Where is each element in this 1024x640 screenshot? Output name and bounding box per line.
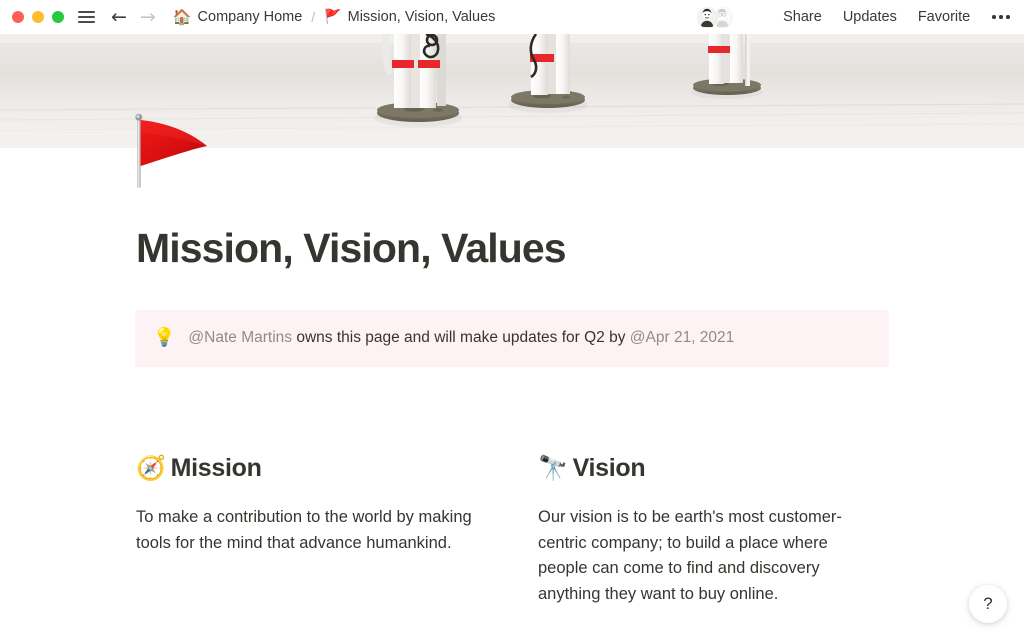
dot <box>992 15 996 19</box>
two-column-layout: 🧭 Mission To make a contribution to the … <box>136 453 906 607</box>
forward-arrow-icon[interactable]: → <box>140 7 156 27</box>
mission-body-text: To make a contribution to the world by m… <box>136 508 472 552</box>
maximize-window-button[interactable] <box>52 11 64 23</box>
dot <box>999 15 1003 19</box>
mission-heading-label: Mission <box>170 454 262 482</box>
callout-text: @Nate Martins owns this page and will ma… <box>188 327 734 349</box>
vision-body-text: Our vision is to be earth's most custome… <box>538 508 842 603</box>
minimize-window-button[interactable] <box>32 11 44 23</box>
column-vision: 🔭 Vision Our vision is to be earth's mos… <box>538 453 878 607</box>
avatar[interactable] <box>696 5 720 29</box>
favorite-button[interactable]: Favorite <box>918 9 970 25</box>
close-window-button[interactable] <box>12 11 24 23</box>
mission-heading: 🧭 Mission <box>136 453 476 483</box>
updates-button[interactable]: Updates <box>843 9 897 25</box>
triangular-flag-emoji: 🚩 <box>324 9 342 25</box>
mention-user[interactable]: @Nate Martins <box>188 329 292 346</box>
breadcrumb-item-label: Mission, Vision, Values <box>347 9 496 25</box>
vision-heading: 🔭 Vision <box>538 453 878 483</box>
back-arrow-icon[interactable]: ← <box>111 7 127 27</box>
window-titlebar: ← → 🏠 Company Home / 🚩 Mission, Vision, … <box>0 0 1024 34</box>
breadcrumb-item-label: Company Home <box>197 9 303 25</box>
page-title: Mission, Vision, Values <box>136 225 567 271</box>
vision-heading-label: Vision <box>572 454 646 482</box>
share-button[interactable]: Share <box>783 9 822 25</box>
telescope-emoji: 🔭 <box>538 454 568 482</box>
breadcrumb-separator: / <box>311 9 316 25</box>
sidebar-toggle-icon[interactable] <box>78 11 95 23</box>
callout-block[interactable]: 💡 @Nate Martins owns this page and will … <box>135 310 889 367</box>
menu-icon-line <box>78 11 95 13</box>
house-emoji: 🏠 <box>172 7 192 26</box>
menu-icon-line <box>78 21 95 23</box>
traffic-light-group <box>12 11 64 23</box>
dot <box>1006 15 1010 19</box>
titlebar-actions: Share Updates Favorite <box>696 5 1010 29</box>
breadcrumb: 🏠 Company Home / 🚩 Mission, Vision, Valu… <box>173 9 496 25</box>
more-options-icon[interactable] <box>992 15 1010 19</box>
menu-icon-line <box>78 16 95 18</box>
light-bulb-emoji: 💡 <box>153 327 176 348</box>
page-icon-triangular-flag[interactable] <box>133 112 219 192</box>
breadcrumb-item-company-home[interactable]: 🏠 Company Home <box>173 9 302 25</box>
collaborator-avatars[interactable] <box>696 5 742 29</box>
callout-body-text: owns this page and will make updates for… <box>292 329 630 346</box>
breadcrumb-item-mission-vision-values[interactable]: 🚩 Mission, Vision, Values <box>324 9 495 25</box>
column-mission: 🧭 Mission To make a contribution to the … <box>136 453 476 607</box>
compass-emoji: 🧭 <box>136 454 166 482</box>
mention-date[interactable]: @Apr 21, 2021 <box>630 329 735 346</box>
help-button[interactable]: ? <box>969 585 1007 623</box>
